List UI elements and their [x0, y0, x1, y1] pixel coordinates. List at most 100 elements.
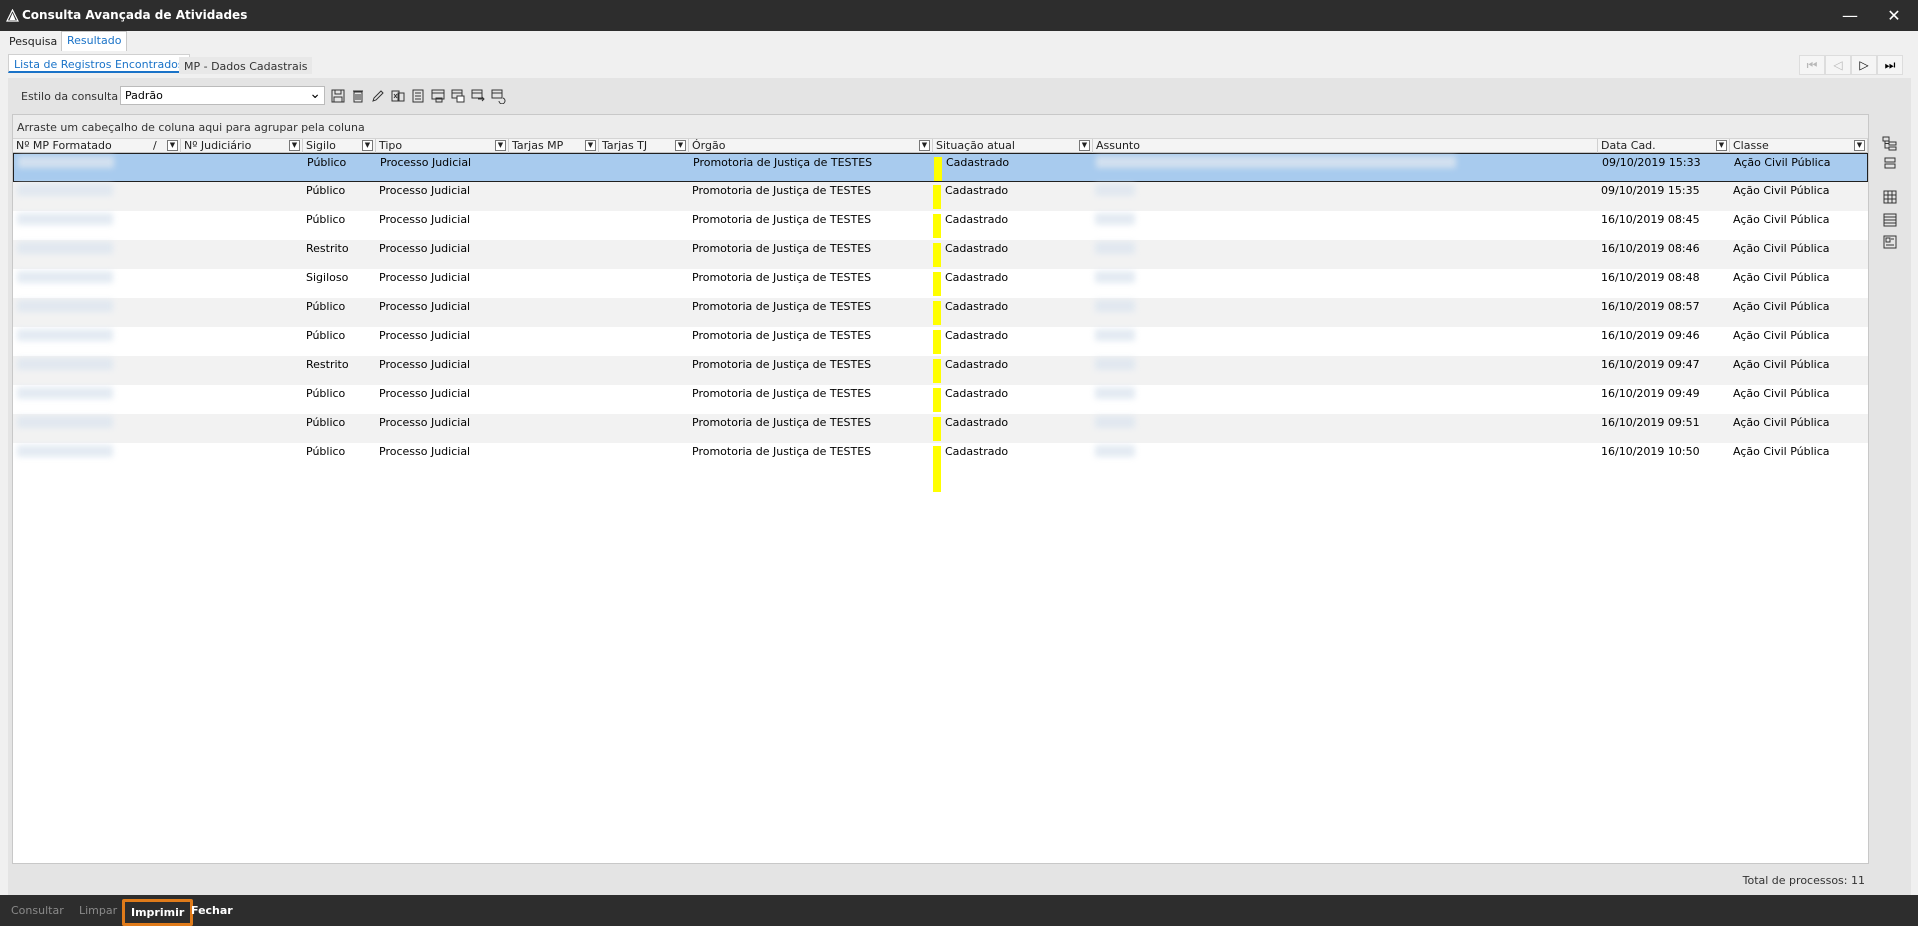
cell-orgao: Promotoria de Justiça de TESTES — [692, 387, 872, 400]
fechar-button[interactable]: Fechar — [186, 902, 238, 921]
column-header-orgao[interactable]: Órgão ▼ — [689, 139, 933, 153]
document-icon[interactable] — [410, 88, 426, 104]
cell-sigilo: Restrito — [306, 242, 349, 255]
cell-data-cad: 16/10/2019 08:45 — [1601, 213, 1700, 226]
column-header-tarjas-mp[interactable]: Tarjas MP ▼ — [509, 139, 599, 153]
tab-lista-registros[interactable]: Lista de Registros Encontrados — [8, 54, 190, 73]
cell-orgao: Promotoria de Justiça de TESTES — [692, 300, 872, 313]
first-record-button[interactable]: ⏮ — [1799, 55, 1825, 75]
cell-classe: Ação Civil Pública — [1733, 445, 1830, 458]
redacted-mp-number — [17, 184, 113, 196]
filter-dropdown-icon[interactable]: ▼ — [585, 140, 596, 151]
filter-dropdown-icon[interactable]: ▼ — [167, 140, 178, 151]
limpar-button[interactable]: Limpar — [74, 902, 122, 921]
layout-icon[interactable] — [430, 88, 446, 104]
table-row[interactable]: Sigiloso Processo Judicial Promotoria de J… — [13, 269, 1868, 298]
window-title: Consulta Avançada de Atividades — [22, 8, 248, 22]
column-header-classe[interactable]: Classe ▼ — [1730, 139, 1868, 153]
column-header-judiciario[interactable]: Nº Judiciário ▼ — [181, 139, 303, 153]
sub-tab-strip: Lista de Registros Encontrados MP - Dado… — [8, 51, 1911, 78]
cell-tipo: Processo Judicial — [379, 416, 471, 429]
column-header-mp-formatado[interactable]: Nº MP Formatado / ▼ — [13, 139, 181, 153]
cell-situacao: Cadastrado — [945, 445, 1009, 458]
cell-classe: Ação Civil Pública — [1733, 358, 1830, 371]
table-row[interactable]: Público Processo Judicial Promotoria de Ju… — [13, 211, 1868, 240]
cell-orgao: Promotoria de Justiça de TESTES — [692, 416, 872, 429]
table-row[interactable]: Restrito Processo Judicial Promotoria de J… — [13, 356, 1868, 385]
layout-refresh-icon[interactable] — [490, 88, 506, 104]
tab-pesquisa[interactable]: Pesquisa — [4, 33, 62, 51]
group-by-drop-area[interactable]: Arraste um cabeçalho de coluna aqui para… — [13, 115, 1868, 138]
redacted-assunto — [1095, 416, 1135, 428]
last-record-button[interactable]: ⏭ — [1877, 55, 1903, 75]
table-row[interactable]: Restrito Processo Judicial Promotoria de J… — [13, 240, 1868, 269]
status-marker — [934, 157, 942, 181]
close-button[interactable]: ✕ — [1872, 0, 1916, 31]
filter-dropdown-icon[interactable]: ▼ — [1854, 140, 1865, 151]
redacted-mp-number — [18, 156, 114, 168]
redacted-mp-number — [17, 242, 113, 254]
column-label: Tarjas TJ — [602, 139, 648, 152]
filter-dropdown-icon[interactable]: ▼ — [675, 140, 686, 151]
cell-classe: Ação Civil Pública — [1733, 300, 1830, 313]
redacted-assunto — [1095, 184, 1135, 196]
table-row[interactable]: Público Processo Judicial Promotoria de Ju… — [13, 443, 1868, 493]
style-select[interactable]: Padrão ⌄ — [120, 86, 325, 105]
card-view-icon[interactable] — [1882, 234, 1898, 250]
filter-dropdown-icon[interactable]: ▼ — [1079, 140, 1090, 151]
status-marker — [933, 446, 941, 492]
cell-situacao: Cadastrado — [945, 387, 1009, 400]
list-view-icon[interactable] — [1882, 212, 1898, 228]
filter-dropdown-icon[interactable]: ▼ — [1716, 140, 1727, 151]
filter-dropdown-icon[interactable]: ▼ — [362, 140, 373, 151]
redacted-mp-number — [17, 300, 113, 312]
layout-swap-icon[interactable] — [470, 88, 486, 104]
column-header-sigilo[interactable]: Sigilo ▼ — [303, 139, 376, 153]
imprimir-button[interactable]: Imprimir — [122, 899, 194, 926]
cell-data-cad: 16/10/2019 08:48 — [1601, 271, 1700, 284]
delete-icon[interactable] — [350, 88, 366, 104]
cell-situacao: Cadastrado — [945, 416, 1009, 429]
filter-dropdown-icon[interactable]: ▼ — [919, 140, 930, 151]
filter-dropdown-icon[interactable]: ▼ — [289, 140, 300, 151]
tab-resultado[interactable]: Resultado — [61, 31, 128, 51]
tree-collapse-icon[interactable] — [1882, 156, 1898, 172]
column-header-tipo[interactable]: Tipo ▼ — [376, 139, 509, 153]
next-record-button[interactable]: ▷ — [1851, 55, 1877, 75]
cell-orgao: Promotoria de Justiça de TESTES — [692, 184, 872, 197]
cell-sigilo: Sigiloso — [306, 271, 349, 284]
column-label: Tarjas MP — [512, 139, 564, 152]
redacted-assunto — [1096, 156, 1456, 168]
cell-classe: Ação Civil Pública — [1733, 242, 1830, 255]
layout-add-icon[interactable] — [450, 88, 466, 104]
export-icon[interactable] — [390, 88, 406, 104]
table-row[interactable]: Público Processo Judicial Promotoria de Ju… — [13, 414, 1868, 443]
tab-mp-dados-cadastrais[interactable]: MP - Dados Cadastrais — [179, 57, 313, 74]
tree-expand-icon[interactable] — [1882, 136, 1898, 152]
table-row[interactable]: Público Processo Judicial Promotoria de Ju… — [13, 385, 1868, 414]
cell-classe: Ação Civil Pública — [1733, 213, 1830, 226]
cell-tipo: Processo Judicial — [379, 300, 471, 313]
table-view-icon[interactable] — [1882, 189, 1898, 205]
redacted-mp-number — [17, 416, 113, 428]
table-row[interactable]: Público Processo Judicial Promotoria de Ju… — [13, 298, 1868, 327]
column-header-tarjas-tj[interactable]: Tarjas TJ ▼ — [599, 139, 689, 153]
column-header-situacao[interactable]: Situação atual ▼ — [933, 139, 1093, 153]
column-label: Nº Judiciário — [184, 139, 252, 152]
table-row[interactable]: Público Processo Judicial Promotoria de Ju… — [13, 153, 1868, 182]
table-row[interactable]: Público Processo Judicial Promotoria de Ju… — [13, 327, 1868, 356]
save-icon[interactable] — [330, 88, 346, 104]
cell-tipo: Processo Judicial — [379, 445, 471, 458]
consultar-button[interactable]: Consultar — [6, 902, 69, 921]
filter-dropdown-icon[interactable]: ▼ — [495, 140, 506, 151]
status-marker — [933, 243, 941, 267]
column-header-data-cad[interactable]: Data Cad. ▼ — [1598, 139, 1730, 153]
cell-orgao: Promotoria de Justiça de TESTES — [692, 329, 872, 342]
column-header-assunto[interactable]: Assunto — [1093, 139, 1598, 153]
minimize-button[interactable]: — — [1828, 0, 1872, 31]
cell-sigilo: Público — [306, 184, 346, 197]
edit-icon[interactable] — [370, 88, 386, 104]
redacted-assunto — [1095, 213, 1135, 225]
table-row[interactable]: Público Processo Judicial Promotoria de Ju… — [13, 182, 1868, 211]
previous-record-button[interactable]: ◁ — [1825, 55, 1851, 75]
